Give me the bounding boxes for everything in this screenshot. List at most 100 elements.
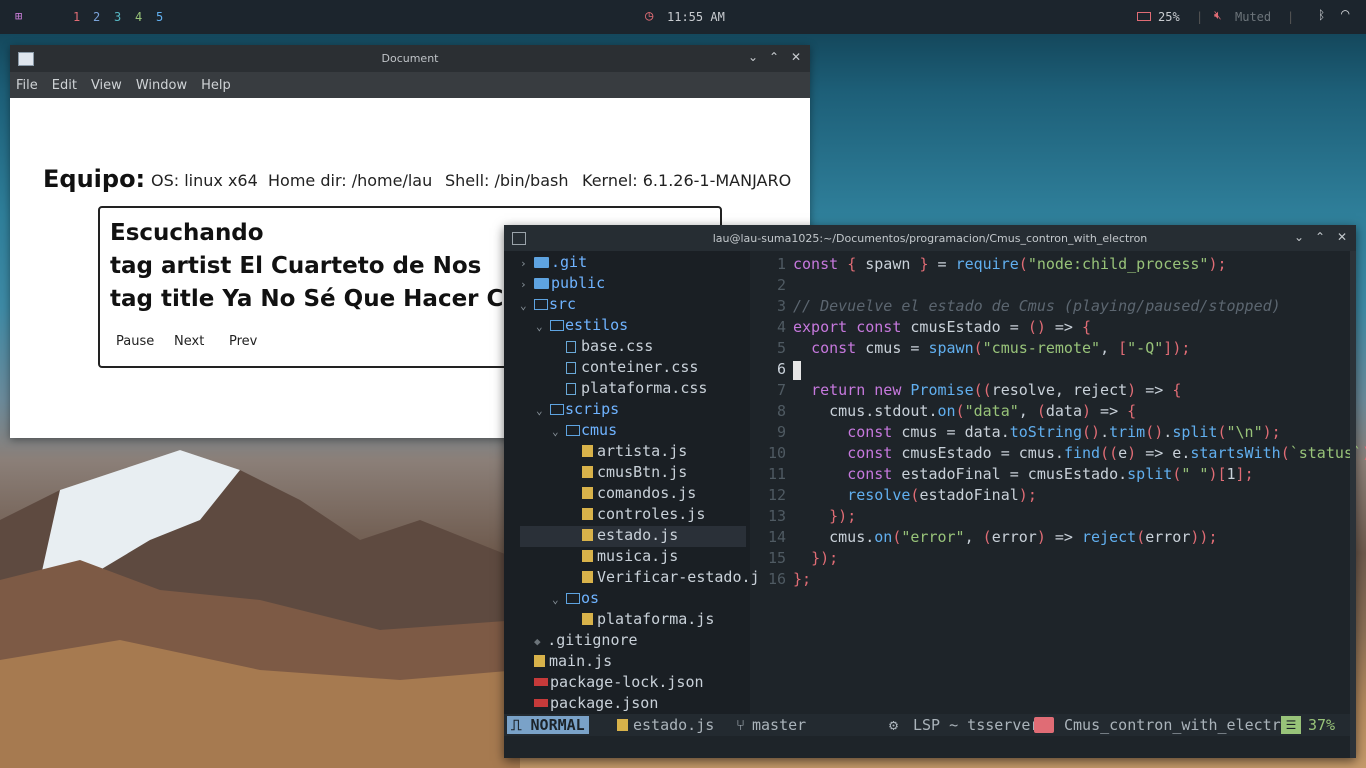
tree-item[interactable]: ⌄ os — [552, 589, 599, 610]
tree-item[interactable]: ⌄ estilos — [536, 316, 628, 337]
tree-item[interactable]: musica.js — [568, 547, 678, 568]
chevron-icon: › — [520, 278, 527, 291]
tree-item[interactable]: cmusBtn.js — [568, 463, 687, 484]
tree-item-label: base.css — [581, 337, 654, 355]
tree-item[interactable]: › .git — [520, 253, 587, 274]
battery-level[interactable]: 25% — [1158, 10, 1180, 24]
line-number: 1 — [776, 255, 786, 273]
tree-item[interactable]: main.js — [520, 652, 612, 673]
code-line[interactable]: const { spawn } = require("node:child_pr… — [793, 255, 1227, 273]
clock-icon: ◷ — [645, 8, 654, 24]
status-lsp: LSP ~ tsserver — [913, 716, 1040, 734]
tree-item[interactable]: ◆ .gitignore — [520, 631, 638, 652]
folder-icon — [534, 257, 549, 268]
tree-item[interactable]: package.json — [520, 694, 658, 715]
tree-item[interactable]: plataforma.js — [568, 610, 714, 631]
minimize-icon[interactable]: ⌄ — [1294, 230, 1304, 244]
workspace-5[interactable]: 5 — [156, 10, 163, 24]
wifi-icon[interactable]: ◠ — [1341, 6, 1349, 22]
code-line[interactable]: export const cmusEstado = () => { — [793, 318, 1091, 336]
menu-file[interactable]: File — [16, 78, 38, 93]
workspace-3[interactable]: 3 — [114, 10, 121, 24]
kernel-info: Kernel: 6.1.26-1-MANJARO — [582, 171, 792, 190]
code-line[interactable]: // Devuelve el estado de Cmus (playing/p… — [793, 297, 1281, 315]
workspace-4[interactable]: 4 — [135, 10, 142, 24]
code-line[interactable]: const cmus = data.toString().trim().spli… — [793, 423, 1281, 441]
tree-item-label: estado.js — [597, 526, 679, 544]
code-line[interactable]: cmus.stdout.on("data", (data) => { — [793, 402, 1136, 420]
line-number: 6 — [776, 360, 786, 378]
code-line[interactable]: }; — [793, 570, 811, 588]
battery-icon — [1137, 12, 1151, 21]
volume-muted-icon[interactable]: 🔇︎ — [1214, 8, 1222, 23]
maximize-icon[interactable]: ⌃ — [769, 50, 779, 64]
menu-help[interactable]: Help — [201, 78, 231, 93]
line-number: 5 — [776, 339, 786, 357]
tree-item-label: scrips — [565, 400, 620, 418]
menu-window[interactable]: Window — [136, 78, 187, 93]
code-line[interactable]: }); — [793, 507, 856, 525]
close-icon[interactable]: ✕ — [791, 50, 801, 64]
scrollbar[interactable] — [1350, 251, 1356, 758]
chevron-icon: ⌄ — [536, 320, 543, 333]
status-project: Cmus_contron_with_electron — [1064, 716, 1299, 734]
tree-item-label: package.json — [550, 694, 659, 712]
chevron-icon: ⌄ — [520, 299, 527, 312]
tree-item-label: controles.js — [597, 505, 706, 523]
volume-status[interactable]: Muted — [1235, 10, 1271, 24]
close-icon[interactable]: ✕ — [1337, 230, 1347, 244]
folder-open-icon — [566, 425, 580, 436]
tree-item[interactable]: ⌄ scrips — [536, 400, 619, 421]
code-line[interactable]: return new Promise((resolve, reject) => … — [793, 381, 1181, 399]
tree-item-label: cmus — [581, 421, 618, 439]
workspace-1[interactable]: 1 — [73, 10, 80, 24]
js-file-icon — [582, 487, 593, 499]
menu-edit[interactable]: Edit — [52, 78, 77, 93]
tree-item[interactable]: controles.js — [568, 505, 705, 526]
line-number: 12 — [767, 486, 786, 504]
tree-item[interactable]: conteiner.css — [552, 358, 698, 379]
code-line[interactable]: const cmus = spawn("cmus-remote", ["-Q"]… — [793, 339, 1190, 357]
code-editor[interactable]: 1 const { spawn } = require("node:child_p… — [756, 251, 1366, 714]
tree-item[interactable]: plataforma.css — [552, 379, 707, 400]
css-file-icon — [566, 341, 576, 353]
tree-item[interactable]: base.css — [552, 337, 653, 358]
tree-item[interactable]: comandos.js — [568, 484, 696, 505]
tree-item[interactable]: ⌄ src — [520, 295, 576, 316]
minimize-icon[interactable]: ⌄ — [748, 50, 758, 64]
tree-item-label: .gitignore — [547, 631, 638, 649]
tree-item[interactable]: › public — [520, 274, 605, 295]
code-line[interactable]: resolve(estadoFinal); — [793, 486, 1037, 504]
status-file: estado.js — [633, 716, 715, 734]
next-button[interactable]: Next — [174, 334, 204, 349]
tree-item[interactable]: estado.js — [568, 526, 678, 547]
folder-open-icon — [550, 404, 564, 415]
line-number: 4 — [776, 318, 786, 336]
terminal-titlebar[interactable]: lau@lau-suma1025:~/Documentos/programaci… — [504, 225, 1356, 251]
tree-item-label: Verificar-estado.j — [597, 568, 760, 586]
apps-grid-icon[interactable]: ⊞ — [15, 9, 22, 23]
code-line[interactable]: const estadoFinal = cmusEstado.split(" "… — [793, 465, 1253, 483]
git-branch-icon: ⑂ — [736, 716, 746, 734]
code-line[interactable]: }); — [793, 549, 838, 567]
prev-button[interactable]: Prev — [229, 334, 257, 349]
menu-view[interactable]: View — [91, 78, 122, 93]
bluetooth-icon[interactable]: ᛒ — [1318, 8, 1325, 22]
document-titlebar[interactable]: Document ⌄ ⌃ ✕ — [10, 45, 810, 72]
workspace-2[interactable]: 2 — [93, 10, 100, 24]
artist-tag: tag artist El Cuarteto de Nos — [110, 253, 482, 279]
code-line[interactable]: cmus.on("error", (error) => reject(error… — [793, 528, 1217, 546]
tree-item[interactable]: ⌄ cmus — [552, 421, 617, 442]
tree-item[interactable]: Verificar-estado.j — [568, 568, 760, 589]
tree-item[interactable]: package-lock.json — [520, 673, 704, 694]
tree-item[interactable]: artista.js — [568, 442, 687, 463]
maximize-icon[interactable]: ⌃ — [1315, 230, 1325, 244]
code-line[interactable]: const cmusEstado = cmus.find((e) => e.st… — [793, 444, 1366, 462]
folder-icon — [1034, 717, 1054, 733]
pause-button[interactable]: Pause — [116, 334, 154, 349]
line-number: 15 — [767, 549, 786, 567]
clock[interactable]: 11:55 AM — [667, 10, 725, 24]
tree-item-label: plataforma.css — [581, 379, 708, 397]
chevron-icon: ⌄ — [552, 425, 559, 438]
js-file-icon — [534, 655, 545, 667]
